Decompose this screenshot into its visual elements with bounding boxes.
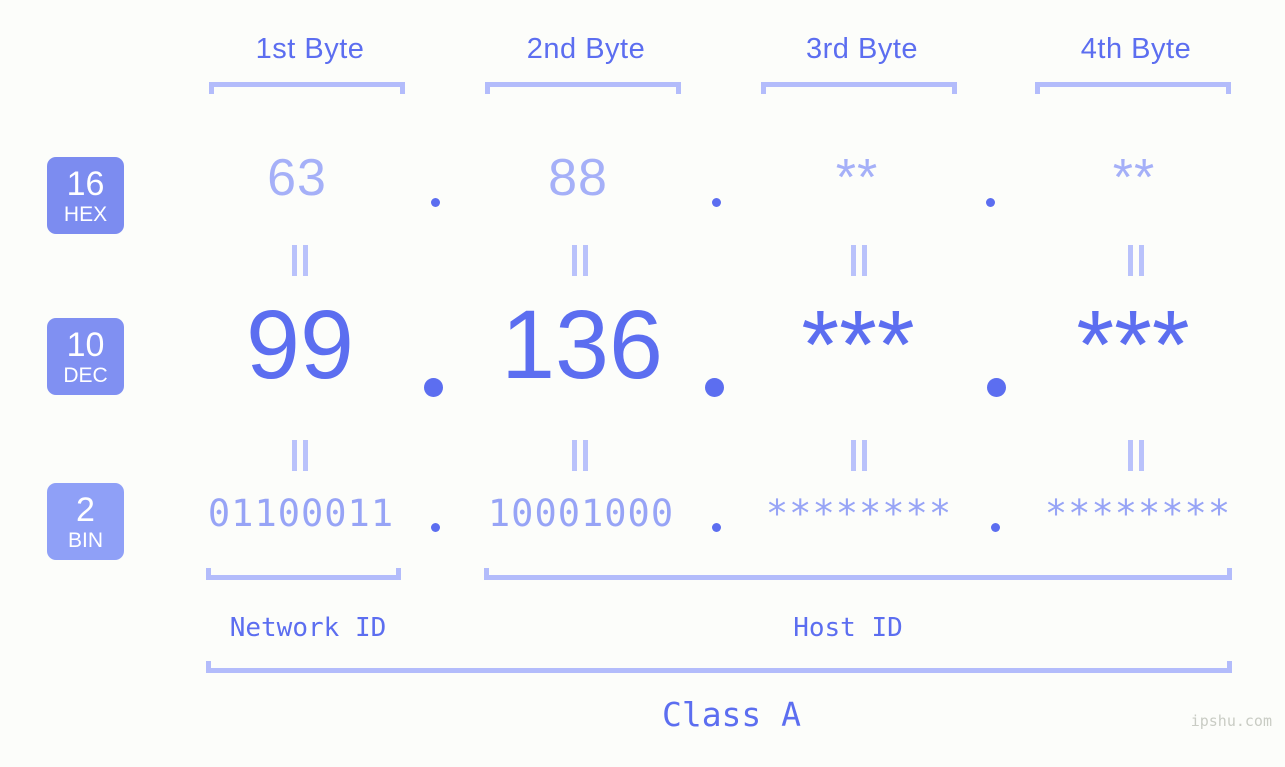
equality-mark-hex-dec-4 — [1128, 245, 1144, 276]
byte-header-1: 1st Byte — [255, 33, 365, 65]
network-id-bracket — [206, 568, 401, 580]
bin-byte-3: ******** — [765, 492, 953, 535]
byte-bracket-2 — [485, 82, 681, 94]
base-badge-dec: 10 DEC — [47, 318, 124, 395]
bin-byte-4: ******** — [1044, 492, 1232, 535]
base-badge-bin-number: 2 — [76, 490, 95, 529]
byte-header-3: 3rd Byte — [806, 33, 918, 65]
hex-separator-2 — [712, 198, 721, 207]
host-id-label: Host ID — [793, 613, 903, 643]
hex-byte-2: 88 — [548, 149, 608, 207]
ip-byte-breakdown-diagram: 1st Byte 2nd Byte 3rd Byte 4th Byte 16 H… — [0, 0, 1285, 767]
equality-mark-dec-bin-4 — [1128, 440, 1144, 471]
bin-byte-1: 01100011 — [207, 492, 395, 535]
byte-bracket-4 — [1035, 82, 1231, 94]
hex-separator-3 — [986, 198, 995, 207]
equality-mark-hex-dec-3 — [851, 245, 867, 276]
equality-mark-dec-bin-2 — [572, 440, 588, 471]
base-badge-bin: 2 BIN — [47, 483, 124, 560]
hex-byte-3: ** — [835, 149, 879, 207]
dec-separator-2 — [705, 378, 724, 397]
dec-byte-3: *** — [801, 290, 915, 399]
byte-bracket-1 — [209, 82, 405, 94]
base-badge-bin-label: BIN — [67, 528, 103, 552]
byte-header-4: 4th Byte — [1080, 33, 1192, 65]
bin-separator-3 — [991, 523, 1000, 532]
byte-header-2: 2nd Byte — [526, 33, 646, 65]
dec-byte-1: 99 — [246, 290, 354, 399]
base-badge-hex: 16 HEX — [47, 157, 124, 234]
class-bracket — [206, 661, 1232, 673]
dec-separator-1 — [424, 378, 443, 397]
network-id-label: Network ID — [229, 613, 387, 643]
bin-byte-2: 10001000 — [487, 492, 675, 535]
equality-mark-hex-dec-2 — [572, 245, 588, 276]
base-badge-dec-label: DEC — [63, 363, 108, 387]
bin-separator-2 — [712, 523, 721, 532]
hex-separator-1 — [431, 198, 440, 207]
base-badge-hex-number: 16 — [66, 164, 105, 203]
site-watermark: ipshu.com — [1190, 712, 1272, 730]
equality-mark-dec-bin-1 — [292, 440, 308, 471]
dec-byte-4: *** — [1076, 290, 1190, 399]
equality-mark-dec-bin-3 — [851, 440, 867, 471]
host-id-bracket — [484, 568, 1232, 580]
dec-separator-3 — [987, 378, 1006, 397]
base-badge-dec-number: 10 — [66, 325, 105, 364]
hex-byte-4: ** — [1112, 149, 1156, 207]
equality-mark-hex-dec-1 — [292, 245, 308, 276]
byte-bracket-3 — [761, 82, 957, 94]
dec-byte-2: 136 — [501, 290, 663, 399]
base-badge-hex-label: HEX — [63, 202, 108, 226]
class-label: Class A — [661, 695, 802, 734]
bin-separator-1 — [431, 523, 440, 532]
hex-byte-1: 63 — [267, 149, 327, 207]
